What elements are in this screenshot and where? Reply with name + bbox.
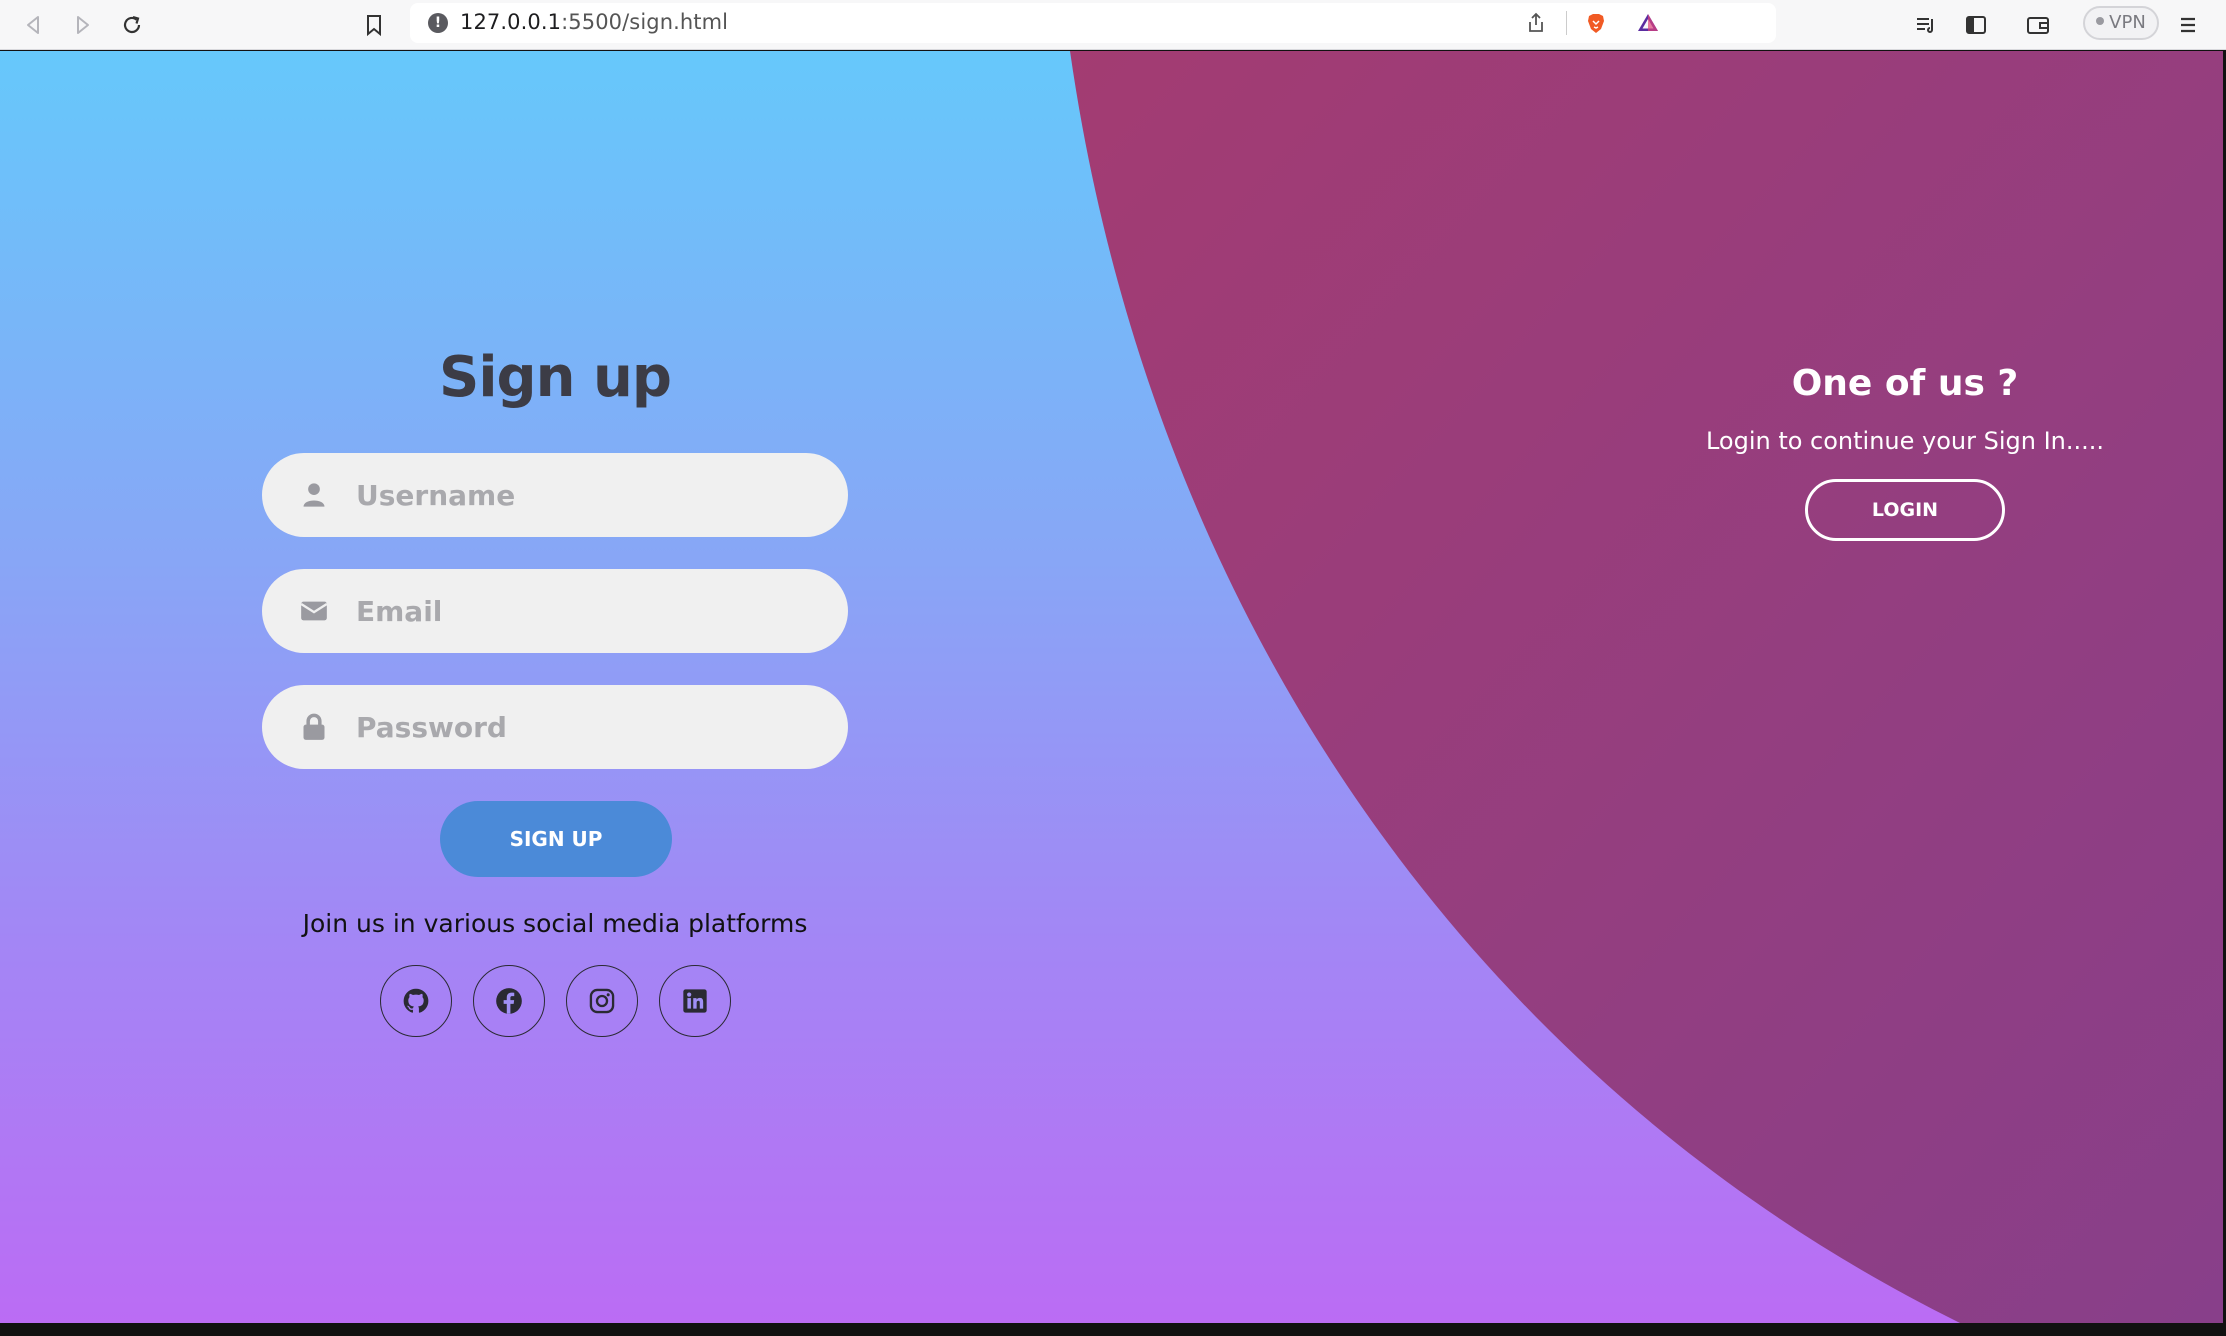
- email-input[interactable]: [356, 569, 816, 653]
- facebook-icon: [496, 988, 522, 1014]
- hamburger-menu-icon: [2181, 17, 2195, 33]
- lock-icon: [303, 713, 325, 740]
- forward-arrow-icon: [77, 16, 89, 34]
- password-input[interactable]: [356, 685, 816, 769]
- vpn-label: VPN: [2109, 12, 2146, 33]
- bookmark-button[interactable]: [356, 7, 392, 43]
- signup-form: Sign up SIGN UP Join us in various socia…: [262, 51, 848, 1323]
- vpn-button[interactable]: VPN: [2083, 6, 2159, 40]
- signup-button[interactable]: SIGN UP: [440, 801, 672, 877]
- menu-button[interactable]: [2170, 7, 2206, 43]
- instagram-icon: [589, 988, 615, 1014]
- password-field[interactable]: [262, 685, 848, 769]
- url-path: :5500/sign.html: [561, 10, 729, 34]
- username-input[interactable]: [356, 453, 816, 537]
- share-icon: [1529, 12, 1543, 32]
- share-button[interactable]: [1518, 5, 1554, 41]
- instagram-link[interactable]: [566, 965, 638, 1037]
- linkedin-link[interactable]: [659, 965, 731, 1037]
- page-viewport: Sign up SIGN UP Join us in various socia…: [0, 51, 2223, 1323]
- bookmark-icon: [367, 15, 381, 37]
- playlist-icon: [1917, 18, 1933, 33]
- linkedin-icon: [683, 989, 707, 1013]
- back-button[interactable]: [16, 7, 52, 43]
- login-title: One of us ?: [1791, 363, 2019, 404]
- site-info-icon[interactable]: !: [428, 13, 448, 33]
- vpn-status-dot-icon: [2096, 17, 2105, 25]
- login-subtitle: Login to continue your Sign In.....: [1705, 427, 2105, 455]
- wallet-icon: [2027, 17, 2049, 34]
- email-field[interactable]: [262, 569, 848, 653]
- sidebar-icon: [1966, 16, 1986, 34]
- brave-shields-button[interactable]: [1578, 5, 1614, 41]
- url-host: 127.0.0.1: [460, 10, 562, 34]
- github-icon: [403, 988, 429, 1013]
- envelope-icon: [300, 601, 328, 621]
- facebook-link[interactable]: [473, 965, 545, 1037]
- user-icon: [303, 483, 325, 507]
- sidebar-button[interactable]: [1958, 7, 1994, 43]
- back-arrow-icon: [27, 16, 39, 34]
- browser-toolbar: ! 127.0.0.1:5500/sign.html VPN: [0, 0, 2226, 50]
- signup-title: Sign up: [439, 345, 672, 410]
- rewards-triangle-icon: [1638, 14, 1658, 31]
- forward-button[interactable]: [64, 7, 100, 43]
- wallet-button[interactable]: [2020, 7, 2056, 43]
- playlist-button[interactable]: [1908, 7, 1944, 43]
- address-bar[interactable]: ! 127.0.0.1:5500/sign.html: [410, 3, 1776, 43]
- divider: [1566, 11, 1567, 35]
- reload-button[interactable]: [114, 7, 150, 43]
- username-field[interactable]: [262, 453, 848, 537]
- reload-icon: [123, 15, 141, 34]
- github-link[interactable]: [380, 965, 452, 1037]
- login-button[interactable]: LOGIN: [1805, 479, 2005, 541]
- window-bottom-edge: [0, 1323, 2226, 1336]
- social-text: Join us in various social media platform…: [302, 909, 808, 938]
- brave-rewards-button[interactable]: [1630, 5, 1666, 41]
- brave-lion-icon: [1588, 14, 1604, 33]
- url-text[interactable]: 127.0.0.1:5500/sign.html: [460, 10, 728, 34]
- social-links: [380, 965, 732, 1037]
